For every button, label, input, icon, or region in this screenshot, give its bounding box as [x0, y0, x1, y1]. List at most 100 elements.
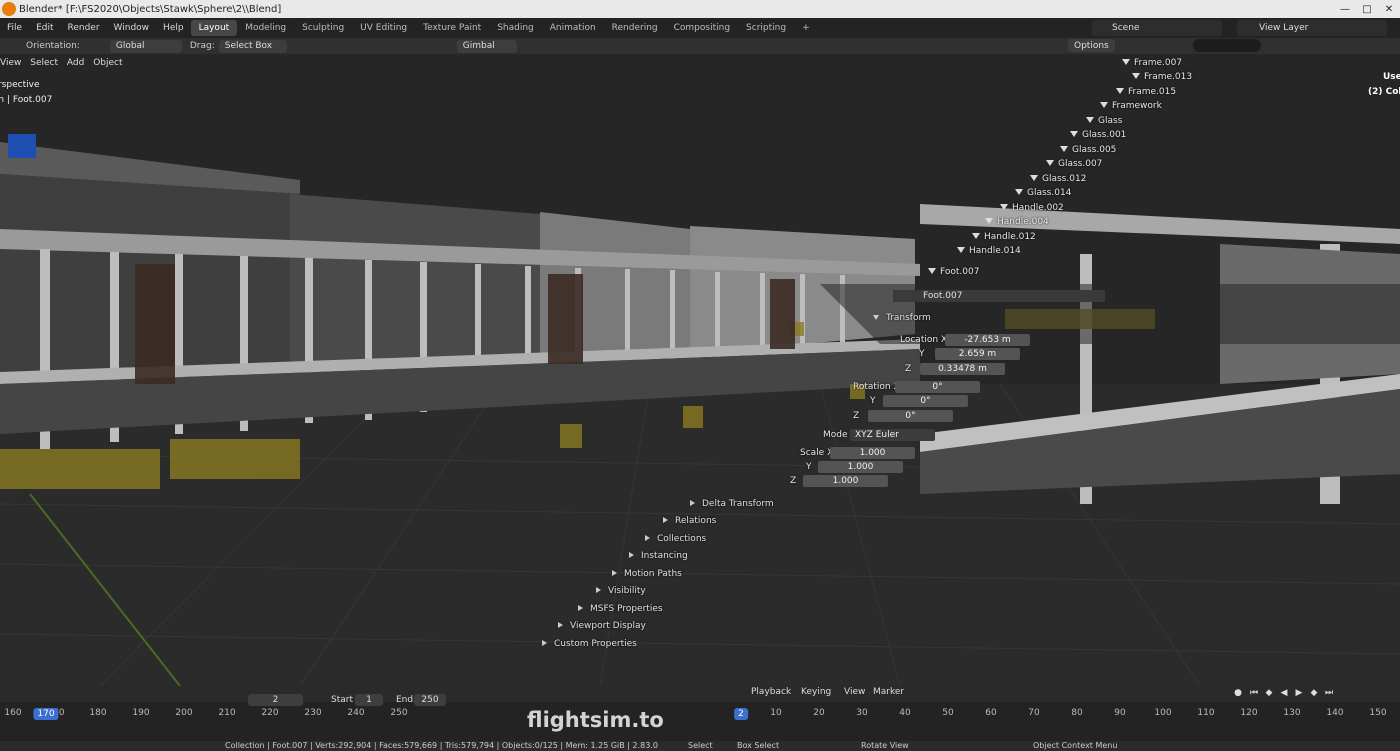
tab-texture-paint[interactable]: Texture Paint	[415, 20, 489, 36]
transform-orientation-dropdown[interactable]: Gimbal	[456, 39, 517, 53]
outliner-item[interactable]: Foot.007	[928, 267, 979, 277]
maximize-button[interactable]: □	[1356, 4, 1378, 15]
next-keyframe-icon[interactable]: ◆	[1308, 688, 1320, 700]
close-button[interactable]: ✕	[1378, 4, 1400, 15]
rotation-z-field[interactable]: 0°	[868, 410, 953, 422]
scale-y-field[interactable]: 1.000	[818, 461, 903, 473]
rotation-x-field[interactable]: 0°	[895, 381, 980, 393]
prev-keyframe-icon[interactable]: ◆	[1263, 688, 1275, 700]
outliner-item[interactable]: Glass.012	[1030, 174, 1086, 184]
options-dropdown[interactable]: Options	[1068, 39, 1115, 52]
panel-msfs-properties[interactable]: MSFS Properties	[578, 604, 663, 614]
tick-label: 120	[1240, 708, 1258, 718]
outliner-item[interactable]: Frame.007	[1122, 58, 1182, 68]
tool-settings-header: Orientation: Global Drag: Select Box Gim…	[0, 38, 1400, 54]
timeline-menu-playback[interactable]: Playback	[751, 687, 791, 697]
viewport-menu-object[interactable]: Object	[93, 58, 122, 68]
menu-edit[interactable]: Edit	[29, 23, 60, 33]
panel-viewport-display[interactable]: Viewport Display	[558, 621, 646, 631]
panel-motion-paths[interactable]: Motion Paths	[612, 569, 682, 579]
left-playhead[interactable]: 170	[33, 708, 59, 720]
view-layer-selector[interactable]: View Layer	[1237, 20, 1387, 36]
tick-label: 240	[347, 708, 365, 718]
drag-dropdown[interactable]: Select Box	[218, 39, 287, 53]
menu-window[interactable]: Window	[107, 23, 157, 33]
rotation-y-field[interactable]: 0°	[883, 395, 968, 407]
outliner-item[interactable]: Frame.015	[1116, 87, 1176, 97]
current-frame-field[interactable]: 2	[248, 694, 303, 706]
outliner-item[interactable]: Handle.004	[985, 217, 1049, 227]
outliner-item[interactable]: Handle.012	[972, 232, 1036, 242]
object-name-field[interactable]: Foot.007	[893, 290, 1105, 302]
panel-instancing[interactable]: Instancing	[629, 551, 688, 561]
outliner-item[interactable]: Glass.007	[1046, 159, 1102, 169]
play-reverse-icon[interactable]: ◀	[1278, 688, 1290, 700]
tab-sculpting[interactable]: Sculpting	[294, 20, 352, 36]
status-context-menu: Object Context Menu	[1033, 741, 1118, 750]
tab-shading[interactable]: Shading	[489, 20, 542, 36]
panel-delta-transform[interactable]: Delta Transform	[690, 499, 774, 509]
tab-uv-editing[interactable]: UV Editing	[352, 20, 415, 36]
tab-scripting[interactable]: Scripting	[738, 20, 794, 36]
jump-end-icon[interactable]: ⏭	[1323, 688, 1335, 700]
panel-visibility[interactable]: Visibility	[596, 586, 646, 596]
jump-start-icon[interactable]: ⏮	[1248, 688, 1260, 700]
location-z-axis-label: Z	[905, 364, 912, 374]
scene-selector[interactable]: Scene	[1092, 20, 1222, 36]
mesh-icon	[1116, 88, 1124, 94]
outliner-item[interactable]: Glass.005	[1060, 145, 1116, 155]
menu-file[interactable]: File	[0, 23, 29, 33]
add-workspace-icon[interactable]: +	[794, 20, 818, 36]
viewport-menu-add[interactable]: Add	[67, 58, 84, 68]
viewport-menu-select[interactable]: Select	[30, 58, 58, 68]
tab-animation[interactable]: Animation	[542, 20, 604, 36]
menu-render[interactable]: Render	[61, 23, 107, 33]
rotation-mode-dropdown[interactable]: XYZ Euler	[850, 429, 935, 441]
tick-label: 40	[899, 708, 911, 718]
record-icon[interactable]: ●	[1232, 688, 1244, 700]
outliner-item[interactable]: Handle.014	[957, 246, 1021, 256]
transform-panel-header[interactable]: Transform	[873, 313, 931, 323]
timeline-menu-view[interactable]: View	[844, 687, 865, 697]
timeline-ruler[interactable]: 160 170 180 190 200 210 220 230 240 250 …	[0, 708, 1400, 720]
panel-custom-properties[interactable]: Custom Properties	[542, 639, 637, 649]
outliner-item[interactable]: Frame.013	[1132, 72, 1192, 82]
outliner-item-highlighted[interactable]: Framework	[1100, 101, 1162, 111]
blender-logo-icon	[2, 2, 16, 16]
end-frame-field[interactable]: 250	[414, 694, 446, 706]
tick-label: 220	[261, 708, 279, 718]
tick-label: 150	[1369, 708, 1387, 718]
menu-help[interactable]: Help	[156, 23, 191, 33]
orientation-dropdown[interactable]: Global	[109, 39, 182, 53]
timeline-editor[interactable]: 2 Start 1 End 250 Playback Keying View M…	[0, 686, 1400, 741]
outliner-item[interactable]: Glass	[1086, 116, 1122, 126]
outliner-item[interactable]: Handle.002	[1000, 203, 1064, 213]
tick-label: 80	[1071, 708, 1083, 718]
panel-collections[interactable]: Collections	[645, 534, 706, 544]
scale-x-field[interactable]: 1.000	[830, 447, 915, 459]
viewport-menu-view[interactable]: View	[0, 58, 21, 68]
timeline-menu-marker[interactable]: Marker	[873, 687, 904, 697]
tick-label: 30	[856, 708, 868, 718]
location-y-field[interactable]: 2.659 m	[935, 348, 1020, 360]
play-icon[interactable]: ▶	[1293, 688, 1305, 700]
location-x-field[interactable]: -27.653 m	[945, 334, 1030, 346]
outliner-search-input[interactable]	[1193, 39, 1261, 52]
tab-rendering[interactable]: Rendering	[604, 20, 666, 36]
tab-compositing[interactable]: Compositing	[666, 20, 738, 36]
viewport-perspective-label: User Perspective	[0, 80, 40, 90]
outliner-item[interactable]: Glass.014	[1015, 188, 1071, 198]
right-playhead[interactable]: 2	[734, 708, 748, 720]
tab-layout[interactable]: Layout	[190, 20, 238, 36]
scale-z-field[interactable]: 1.000	[803, 475, 888, 487]
minimize-button[interactable]: —	[1334, 4, 1356, 15]
tab-modeling[interactable]: Modeling	[237, 20, 294, 36]
3d-viewport[interactable]: View Select Add Object User Perspective …	[0, 54, 1400, 686]
mesh-icon	[928, 268, 936, 274]
outliner-item[interactable]: Glass.001	[1070, 130, 1126, 140]
panel-relations[interactable]: Relations	[663, 516, 716, 526]
location-z-field[interactable]: 0.33478 m	[920, 363, 1005, 375]
start-frame-field[interactable]: 1	[355, 694, 383, 706]
timeline-menu-keying[interactable]: Keying	[801, 687, 831, 697]
tick-label: 20	[813, 708, 825, 718]
